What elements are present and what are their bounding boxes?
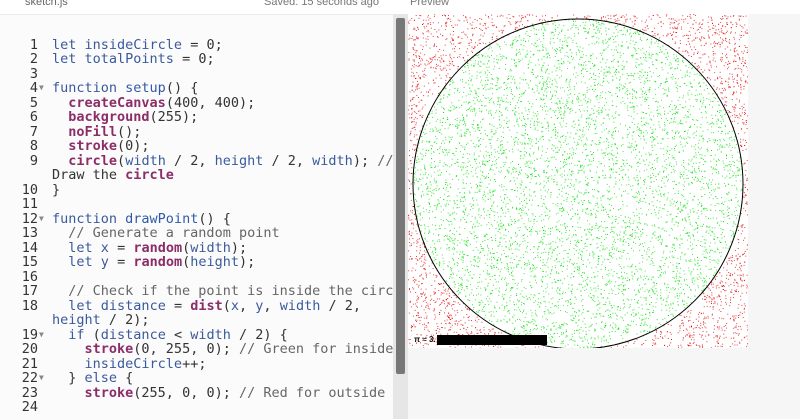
editor-scrollbar-thumb[interactable] xyxy=(396,18,405,374)
pi-estimate-redaction xyxy=(437,335,547,345)
saved-status: Saved: 15 seconds ago xyxy=(264,0,379,8)
file-name[interactable]: sketch.js xyxy=(25,0,68,8)
line-number: 24 xyxy=(0,399,38,415)
code-line[interactable]: 24 xyxy=(0,399,393,415)
code-editor[interactable]: 1let insideCircle = 0;2let totalPoints =… xyxy=(0,14,393,420)
monte-carlo-canvas xyxy=(408,14,748,348)
preview-label: Preview xyxy=(410,0,449,8)
pi-estimate-label: π ≈ 3. xyxy=(414,334,436,346)
code-text xyxy=(52,399,68,415)
sketch-canvas[interactable] xyxy=(408,14,748,348)
editor-header: sketch.js Saved: 15 seconds ago xyxy=(0,0,393,12)
